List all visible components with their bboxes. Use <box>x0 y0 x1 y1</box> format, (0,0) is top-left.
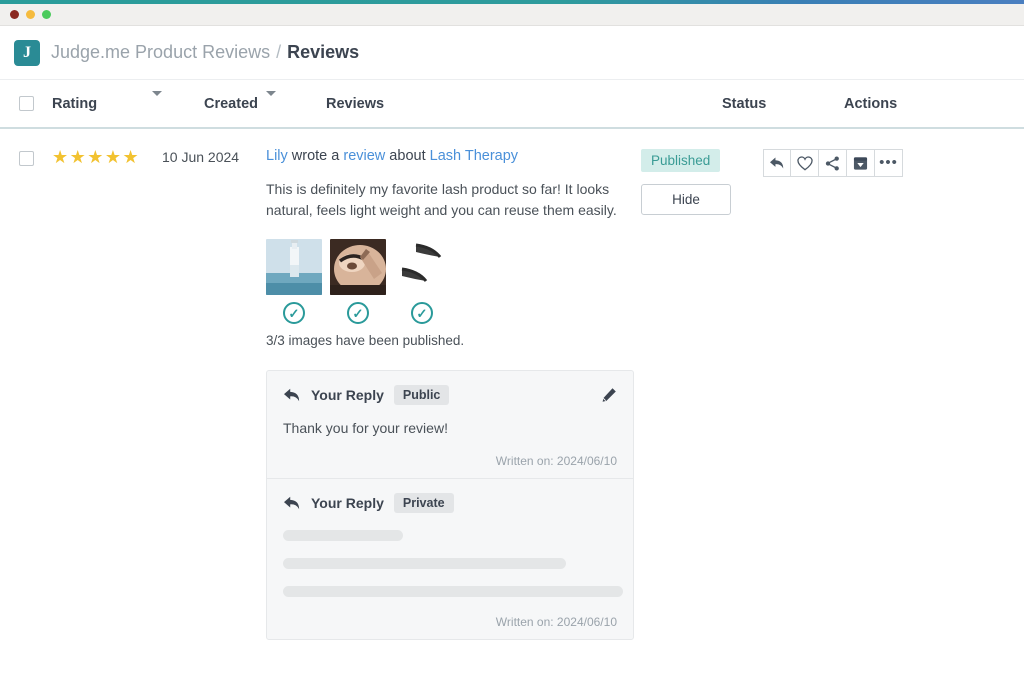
select-all-cell[interactable] <box>0 96 52 111</box>
reply-written-on: Written on: 2024/06/10 <box>495 454 617 469</box>
status-cell: Published Hide <box>641 147 763 640</box>
chevron-down-icon <box>152 90 162 112</box>
review-content-cell: Lily wrote a review about Lash Therapy T… <box>266 147 641 641</box>
review-image-item: ✓ <box>266 239 322 325</box>
select-all-checkbox[interactable] <box>18 96 34 111</box>
heart-icon <box>796 155 813 170</box>
judgeme-logo-icon: J <box>14 39 40 66</box>
headline-text-2: about <box>385 148 430 164</box>
breadcrumb-app-name[interactable]: Judge.me Product Reviews <box>51 42 270 62</box>
private-reply-block: Your Reply Private Written on: 2024/06/1… <box>267 478 633 639</box>
headline-text-1: wrote a <box>287 148 344 164</box>
rating-cell: ★★★★★ <box>52 147 162 640</box>
reply-card: Your Reply Public Thank you for your rev… <box>266 370 634 641</box>
reply-visibility-badge: Public <box>393 385 450 406</box>
lash-serum-bottle-image[interactable] <box>266 239 322 296</box>
reply-placeholder-bar <box>283 530 403 542</box>
reply-placeholder-bar <box>283 558 566 570</box>
edit-pencil-icon[interactable] <box>601 387 617 403</box>
app-header: J Judge.me Product Reviews / Reviews <box>0 26 1024 80</box>
reply-placeholder-bar <box>283 586 623 598</box>
review-body-text: This is definitely my favorite lash prod… <box>266 180 617 218</box>
images-published-note: 3/3 images have been published. <box>266 333 465 349</box>
share-action-button[interactable] <box>819 149 847 177</box>
favorite-action-button[interactable] <box>791 149 819 177</box>
column-header-created[interactable]: Created <box>204 96 266 112</box>
reply-icon <box>284 388 300 402</box>
rating-sort-dropdown[interactable] <box>152 90 204 112</box>
table-row: ★★★★★ 10 Jun 2024 Lily wrote a review ab… <box>0 129 1024 641</box>
maximize-window-button[interactable] <box>42 10 51 19</box>
page-title: Reviews <box>287 42 360 62</box>
review-headline: Lily wrote a review about Lash Therapy <box>266 147 641 167</box>
reply-icon <box>284 496 300 510</box>
more-actions-button[interactable]: ••• <box>875 149 903 177</box>
more-icon: ••• <box>879 154 898 171</box>
chevron-down-icon <box>266 90 276 112</box>
window-title-bar <box>0 4 1024 26</box>
row-select-cell[interactable] <box>0 147 52 640</box>
image-published-check-icon: ✓ <box>283 302 305 325</box>
reply-body-text: Thank you for your review! <box>283 420 448 437</box>
reply-written-on: Written on: 2024/06/10 <box>495 615 617 630</box>
image-published-check-icon: ✓ <box>347 302 369 325</box>
public-reply-header: Your Reply Public <box>283 385 617 406</box>
minimize-window-button[interactable] <box>26 10 35 19</box>
table-header-row: Rating Created Reviews Status Actions <box>0 80 1024 129</box>
private-reply-header: Your Reply Private <box>283 493 617 514</box>
false-lash-pair-image[interactable] <box>394 239 450 296</box>
column-header-actions: Actions <box>844 95 898 112</box>
reply-action-button[interactable] <box>763 149 791 177</box>
review-image-item: ✓ <box>330 239 386 325</box>
column-header-reviews: Reviews <box>326 95 385 112</box>
close-window-button[interactable] <box>10 10 19 19</box>
applying-lashes-image[interactable] <box>330 239 386 296</box>
product-link[interactable]: Lash Therapy <box>430 148 518 164</box>
image-published-check-icon: ✓ <box>411 302 433 325</box>
review-link[interactable]: review <box>343 148 385 164</box>
reply-label: Your Reply <box>311 387 384 404</box>
reply-visibility-badge: Private <box>393 493 454 514</box>
created-date: 10 Jun 2024 <box>162 149 240 165</box>
created-sort-dropdown[interactable] <box>266 90 326 112</box>
archive-icon <box>853 156 868 170</box>
action-button-group: ••• <box>763 149 943 177</box>
hide-button[interactable]: Hide <box>641 184 731 215</box>
reviewer-name-link[interactable]: Lily <box>266 148 288 164</box>
reply-icon <box>770 157 784 169</box>
share-icon <box>825 155 839 171</box>
column-header-rating[interactable]: Rating <box>52 96 152 112</box>
review-image-item: ✓ <box>394 239 450 325</box>
breadcrumb: Judge.me Product Reviews / Reviews <box>51 42 359 63</box>
status-badge: Published <box>641 149 721 172</box>
breadcrumb-separator: / <box>276 42 282 62</box>
review-image-list: ✓ ✓ ✓ <box>266 239 641 325</box>
row-select-checkbox[interactable] <box>18 151 34 166</box>
column-header-status: Status <box>722 95 767 112</box>
public-reply-block: Your Reply Public Thank you for your rev… <box>267 371 633 478</box>
reply-label: Your Reply <box>311 495 384 512</box>
archive-action-button[interactable] <box>847 149 875 177</box>
actions-cell: ••• <box>763 147 943 640</box>
star-rating: ★★★★★ <box>52 147 141 167</box>
